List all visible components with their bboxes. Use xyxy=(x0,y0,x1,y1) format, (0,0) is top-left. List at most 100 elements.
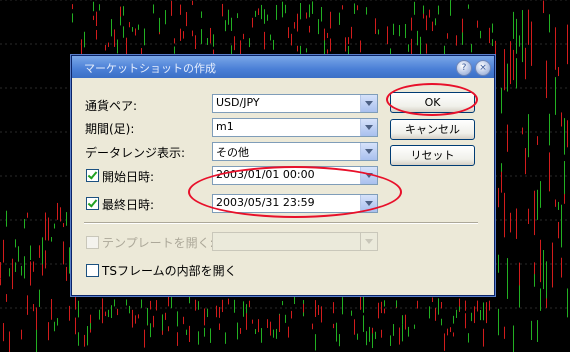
chart-candle xyxy=(3,239,4,263)
chart-candle xyxy=(354,319,355,335)
end-date-checkbox[interactable] xyxy=(86,197,99,210)
chart-candle xyxy=(495,40,496,58)
chart-candle xyxy=(48,217,49,241)
chart-candle xyxy=(456,35,457,46)
close-icon[interactable]: × xyxy=(475,60,491,76)
chart-candle xyxy=(363,296,364,313)
chart-candle xyxy=(267,319,268,328)
chart-candle xyxy=(555,77,556,115)
chart-candle xyxy=(48,322,49,341)
period-label: 期間(足): xyxy=(85,122,135,136)
chart-candle xyxy=(345,37,346,45)
chart-candle xyxy=(447,33,448,39)
chevron-down-icon[interactable] xyxy=(360,119,377,136)
pair-select[interactable]: USD/JPY xyxy=(212,94,378,113)
chart-candle xyxy=(120,16,121,26)
chart-candle xyxy=(351,310,352,316)
chart-candle xyxy=(198,331,199,345)
chart-candle xyxy=(156,300,157,310)
chart-candle xyxy=(45,250,46,269)
chart-candle xyxy=(243,33,244,40)
chart-candle xyxy=(480,310,481,321)
chart-candle xyxy=(201,29,202,44)
help-icon[interactable]: ? xyxy=(456,60,472,76)
chart-candle xyxy=(243,301,244,317)
chart-candle xyxy=(63,241,64,265)
chart-candle xyxy=(42,237,43,265)
chart-candle xyxy=(138,24,139,30)
chart-candle xyxy=(471,44,472,53)
chart-candle xyxy=(18,249,19,262)
chart-candle xyxy=(210,27,211,44)
chart-candle xyxy=(528,208,529,224)
period-select[interactable]: m1 xyxy=(212,118,378,137)
chart-candle xyxy=(414,324,415,329)
chart-candle xyxy=(459,306,460,311)
chart-candle xyxy=(204,308,205,326)
chart-candle xyxy=(147,307,148,326)
chart-candle xyxy=(264,9,265,24)
chart-candle xyxy=(513,11,514,39)
chart-candle xyxy=(423,12,424,19)
chart-candle xyxy=(456,309,457,318)
chart-candle xyxy=(405,314,406,330)
chart-candle xyxy=(261,4,262,20)
chart-candle xyxy=(6,210,7,227)
chart-candle xyxy=(528,114,529,158)
start-date-checkbox[interactable] xyxy=(86,169,99,182)
chart-candle xyxy=(153,315,154,328)
chart-candle xyxy=(186,12,187,27)
chart-candle xyxy=(288,27,289,39)
chart-candle xyxy=(369,326,370,342)
chevron-down-icon[interactable] xyxy=(360,143,377,160)
chart-candle xyxy=(33,261,34,272)
chart-candle xyxy=(321,6,322,22)
chart-candle xyxy=(225,20,226,32)
chart-candle xyxy=(237,13,238,19)
chart-candle xyxy=(255,10,256,17)
chart-candle xyxy=(123,6,124,16)
chart-candle xyxy=(495,84,496,105)
chart-candle xyxy=(183,31,184,39)
chart-candle xyxy=(405,23,406,39)
chart-candle xyxy=(69,247,70,274)
chart-candle xyxy=(357,333,358,340)
chart-candle xyxy=(372,333,373,349)
chart-candle xyxy=(399,24,400,37)
chart-candle xyxy=(420,36,421,55)
cancel-button[interactable]: キャンセル xyxy=(390,119,475,140)
chart-candle xyxy=(207,308,208,318)
chart-candle xyxy=(180,4,181,15)
chart-candle xyxy=(210,328,211,343)
chart-candle xyxy=(375,331,376,340)
ok-highlight-ellipse xyxy=(386,83,478,116)
template-checkbox[interactable] xyxy=(86,236,99,249)
chevron-down-icon[interactable] xyxy=(360,233,377,250)
chart-candle xyxy=(177,311,178,327)
end-date-label: 最終日時: xyxy=(102,198,155,212)
range-select[interactable]: その他 xyxy=(212,142,378,161)
chart-candle xyxy=(78,332,79,346)
chart-candle xyxy=(270,321,271,336)
chart-candle xyxy=(501,87,502,114)
chart-candle xyxy=(507,63,508,92)
chevron-down-icon[interactable] xyxy=(360,95,377,112)
chart-candle xyxy=(507,124,508,152)
chart-candle xyxy=(555,27,556,70)
reset-button[interactable]: リセット xyxy=(390,145,475,166)
chart-candle xyxy=(15,262,16,272)
ts-frame-checkbox[interactable] xyxy=(86,264,99,277)
chart-candle xyxy=(408,326,409,337)
chart-candle xyxy=(9,268,10,277)
chart-candle xyxy=(417,300,418,309)
chart-candle xyxy=(78,300,79,318)
chart-candle xyxy=(384,308,385,314)
chart-candle xyxy=(108,42,109,47)
chart-candle xyxy=(555,199,556,207)
chart-candle xyxy=(423,5,424,14)
chart-candle xyxy=(150,323,151,338)
template-select[interactable] xyxy=(212,232,378,251)
chart-candle xyxy=(543,0,544,14)
chart-candle xyxy=(270,34,271,41)
chart-candle xyxy=(162,314,163,331)
